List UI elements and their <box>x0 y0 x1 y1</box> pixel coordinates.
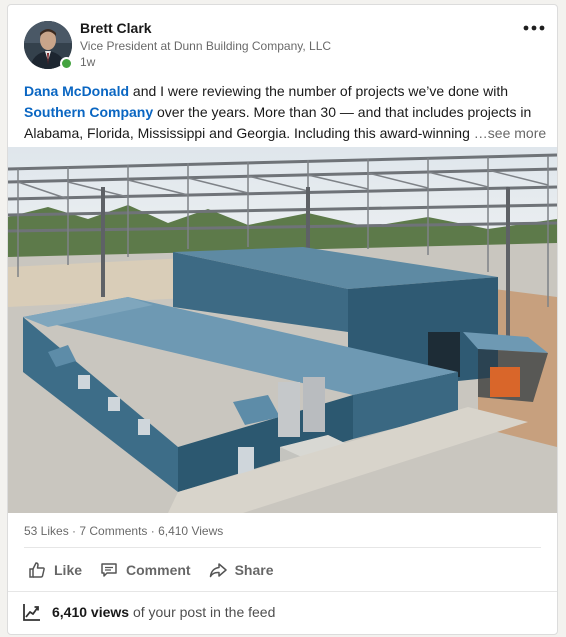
views-count[interactable]: 6,410 Views <box>158 524 223 538</box>
trending-chart-icon <box>23 604 40 621</box>
mention-dana-mcdonald[interactable]: Dana McDonald <box>24 83 129 99</box>
online-status-dot <box>60 57 73 70</box>
post-header: Brett Clark Vice President at Dunn Build… <box>24 17 545 71</box>
share-arrow-icon <box>209 563 227 578</box>
comment-button[interactable]: Comment <box>92 554 199 586</box>
author-avatar[interactable] <box>24 21 73 70</box>
post-body-text: Dana McDonald and I were reviewing the n… <box>24 81 548 144</box>
like-label: Like <box>54 562 83 578</box>
author-info: Brett Clark Vice President at Dunn Build… <box>80 19 331 70</box>
see-more-link[interactable]: …see more <box>474 125 546 141</box>
likes-count[interactable]: 53 Likes <box>24 524 69 538</box>
divider <box>8 591 557 592</box>
thumbs-up-icon <box>29 562 45 578</box>
mention-southern-company[interactable]: Southern Company <box>24 104 153 120</box>
social-counts: 53 Likes · 7 Comments · 6,410 Views <box>24 521 223 541</box>
more-options-button[interactable] <box>518 17 550 39</box>
author-headline: Vice President at Dunn Building Company,… <box>80 39 332 53</box>
post-analytics-link[interactable]: 6,410 views of your post in the feed <box>22 600 275 624</box>
post-action-bar: Like Comment Share <box>20 554 284 586</box>
feed-post-card: Brett Clark Vice President at Dunn Build… <box>7 4 558 635</box>
comment-label: Comment <box>126 562 191 578</box>
post-timestamp: 1w <box>80 55 96 69</box>
comment-icon <box>101 563 117 577</box>
like-button[interactable]: Like <box>20 554 90 586</box>
analytics-text: 6,410 views of your post in the feed <box>52 604 275 620</box>
author-name[interactable]: Brett Clark <box>80 19 331 37</box>
comments-count[interactable]: 7 Comments <box>79 524 147 538</box>
post-text-part-1: and I were reviewing the number of proje… <box>129 83 508 99</box>
analytics-suffix: of your post in the feed <box>129 604 276 620</box>
share-button[interactable]: Share <box>201 554 282 586</box>
photo-building-icon <box>8 147 557 513</box>
analytics-views-count: 6,410 views <box>52 604 130 620</box>
divider <box>24 547 541 548</box>
ellipsis-icon <box>523 25 545 31</box>
count-separator: · <box>147 524 159 538</box>
post-image[interactable] <box>8 147 557 513</box>
count-separator: · <box>68 524 80 538</box>
share-label: Share <box>234 562 274 578</box>
